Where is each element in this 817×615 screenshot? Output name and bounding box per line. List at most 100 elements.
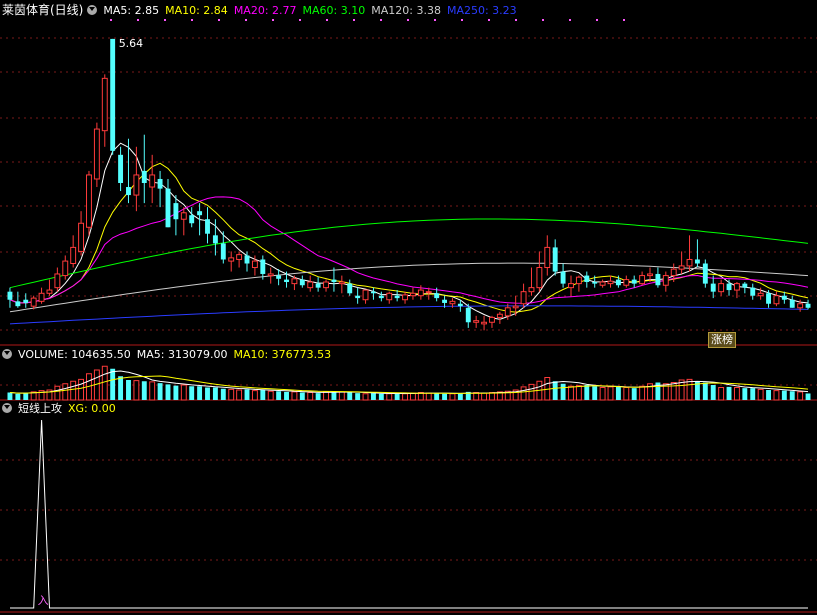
dropdown-icon[interactable]: [87, 5, 98, 15]
candle-body-up: [520, 291, 527, 305]
volume-bar-up: [528, 383, 535, 401]
volume-bar-up: [236, 389, 243, 401]
candle-body-down: [157, 178, 163, 189]
ma120-line: [9, 262, 809, 313]
candle-body-up: [678, 265, 685, 270]
candle-body-down: [110, 38, 116, 151]
candle-body-down: [702, 263, 708, 284]
volume-bar-up: [686, 378, 693, 401]
candle-body-up: [797, 303, 804, 309]
candle-body-down: [766, 293, 771, 304]
main-chart-header: 莱茵体育(日线) MA5: 2.85 MA10: 2.84 MA20: 2.77 MA6…: [2, 2, 523, 18]
candle-body-up: [402, 294, 408, 301]
volume-bar-down: [726, 386, 732, 400]
volume-bar-down: [118, 376, 124, 400]
candle-body-down: [189, 215, 195, 224]
volume-bar-down: [442, 393, 448, 400]
candle-body-up: [757, 292, 764, 297]
dropdown-icon[interactable]: [2, 403, 12, 413]
volume-bar-down: [615, 386, 621, 400]
dropdown-icon[interactable]: [2, 349, 12, 359]
marker-dot: [542, 19, 544, 21]
candle-body-up: [86, 174, 92, 228]
marker-dot: [623, 19, 625, 21]
stock-chart[interactable]: 5.64 入: [0, 0, 817, 615]
candle-body-up: [607, 280, 614, 285]
candle-body-up: [46, 289, 53, 294]
indicator-series: [10, 419, 808, 609]
candle-body-down: [260, 259, 266, 274]
candle-body-up: [236, 254, 243, 260]
volume-bar-down: [284, 391, 289, 400]
ma250-line: [9, 305, 809, 325]
candle-body-down: [284, 279, 289, 283]
volume-bar-up: [489, 392, 495, 401]
candle-body-up: [417, 289, 424, 297]
volume-bar-down: [212, 387, 218, 400]
marker-dot: [488, 19, 490, 21]
candle-body-down: [750, 287, 756, 296]
volume-bar-up: [70, 380, 77, 401]
volume-bar-down: [781, 390, 787, 400]
volume-bar-up: [402, 393, 408, 401]
candle-body-up: [623, 279, 630, 286]
volume-bar-down: [244, 389, 250, 400]
volume-bar-down: [165, 384, 171, 400]
volume-bar-down: [197, 386, 203, 400]
candle-body-up: [718, 283, 725, 293]
volume-bar-down: [584, 385, 590, 400]
candle-body-up: [662, 275, 669, 286]
volume-bar-up: [670, 382, 677, 401]
volume-bar-up: [481, 392, 488, 401]
volume-bar-up: [773, 390, 780, 401]
volume-bar-up: [425, 392, 432, 401]
ma5-readout: MA5: 2.85: [103, 4, 160, 17]
candle-body-up: [386, 292, 393, 301]
volume-bar-up: [520, 386, 527, 401]
volume-ma10-readout: MA10: 376773.53: [233, 348, 332, 361]
marker-dot: [110, 19, 112, 21]
volume-bar-down: [750, 388, 756, 400]
ma10-line: [9, 162, 809, 313]
candle-body-up: [307, 281, 314, 289]
volume-bar-down: [141, 381, 147, 400]
candle-body-down: [165, 188, 171, 228]
candle-body-up: [291, 278, 298, 285]
candle-body-up: [78, 222, 85, 252]
marker-dot: [515, 19, 517, 21]
candle-body-down: [15, 301, 21, 307]
volume-bar-down: [560, 383, 566, 400]
volume-bar-up: [133, 380, 140, 401]
candle-body-down: [205, 219, 210, 234]
candle-body-up: [101, 77, 108, 132]
candle-body-down: [126, 187, 131, 196]
candle-body-down: [592, 282, 598, 284]
candle-body-up: [30, 297, 37, 307]
candle-body-up: [228, 257, 235, 262]
volume-bar-down: [189, 386, 195, 400]
candle-body-up: [410, 292, 416, 297]
volume-bar-up: [101, 365, 108, 401]
volume-bar-down: [702, 382, 708, 400]
volume-bar-down: [378, 393, 384, 400]
volume-bar-up: [449, 393, 456, 401]
volume-bar-down: [347, 392, 353, 400]
volume-bar-up: [362, 393, 369, 401]
ma60-readout: MA60: 3.10: [302, 4, 366, 17]
volume-bar-up: [338, 391, 345, 401]
volume-bar-down: [173, 385, 179, 400]
volume-bar-up: [797, 391, 804, 401]
volume-bar-up: [180, 384, 187, 401]
volume-bar-down: [710, 385, 716, 400]
volume-bar-up: [78, 378, 85, 401]
candle-body-down: [23, 299, 29, 303]
candle-body-down: [457, 303, 463, 307]
candle-body-up: [575, 276, 582, 285]
candle-body-down: [560, 271, 566, 284]
candle-body-up: [149, 174, 156, 188]
candle-body-down: [552, 247, 558, 272]
candle-body-up: [267, 273, 274, 277]
volume-bar-up: [623, 387, 630, 401]
candle-body-up: [473, 320, 480, 323]
candle-body-down: [442, 299, 448, 303]
